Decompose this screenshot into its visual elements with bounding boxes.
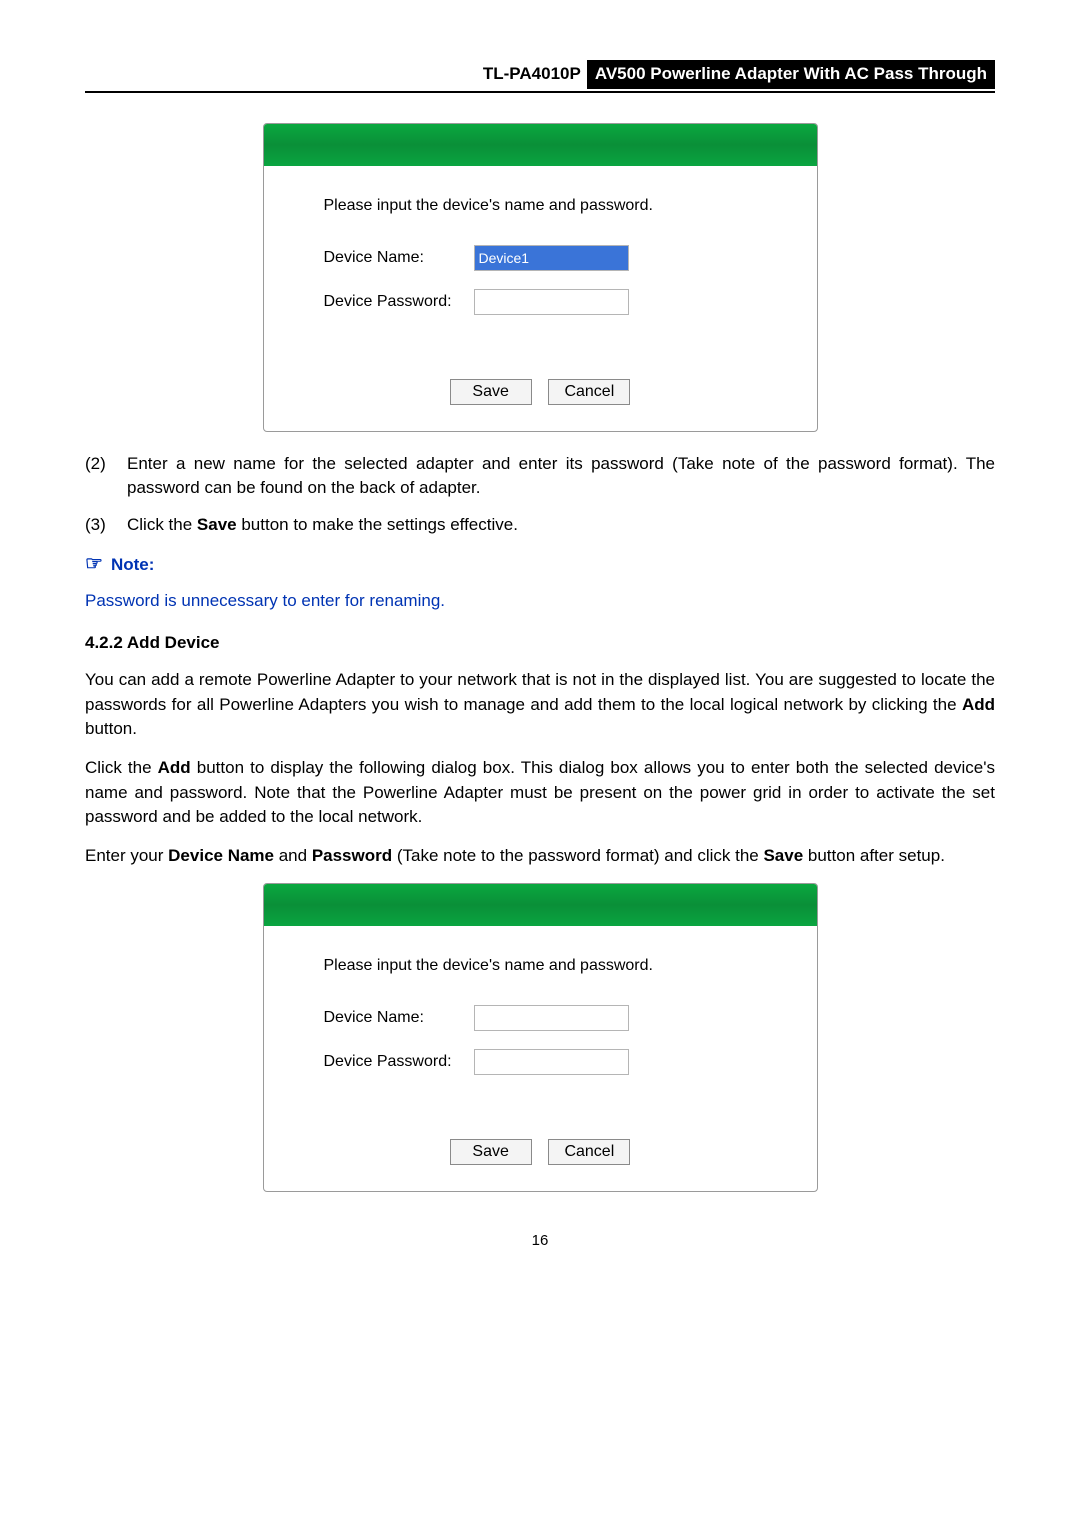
- p2-b: button to display the following dialog b…: [85, 758, 995, 826]
- cancel-button[interactable]: Cancel: [548, 1139, 630, 1165]
- step-3-text: Click the Save button to make the settin…: [127, 513, 995, 538]
- device-name-input[interactable]: [474, 245, 629, 271]
- p1-b: button.: [85, 719, 137, 738]
- page-header: TL-PA4010PAV500 Powerline Adapter With A…: [85, 60, 995, 93]
- page-number: 16: [85, 1230, 995, 1252]
- device-password-label: Device Password:: [324, 1050, 474, 1073]
- p1-a: You can add a remote Powerline Adapter t…: [85, 670, 995, 714]
- device-password-input[interactable]: [474, 289, 629, 315]
- dialog-titlebar: [264, 884, 817, 926]
- step-3-bold: Save: [197, 515, 237, 534]
- p3-a: Enter your: [85, 846, 168, 865]
- steps-list: (2) Enter a new name for the selected ad…: [85, 452, 995, 538]
- section-paragraph-2: Click the Add button to display the foll…: [85, 756, 995, 830]
- header-model: TL-PA4010P: [477, 60, 587, 89]
- note-body: Password is unnecessary to enter for ren…: [85, 589, 995, 614]
- p2-bold: Add: [158, 758, 191, 777]
- step-2-marker: (2): [85, 452, 127, 501]
- p3-bold-1: Device Name: [168, 846, 274, 865]
- step-3-text-a: Click the: [127, 515, 197, 534]
- note-label: Note:: [111, 555, 154, 574]
- save-button[interactable]: Save: [450, 1139, 532, 1165]
- header-title: AV500 Powerline Adapter With AC Pass Thr…: [587, 60, 995, 89]
- dialog-titlebar: [264, 124, 817, 166]
- device-name-input[interactable]: [474, 1005, 629, 1031]
- add-device-dialog: Please input the device's name and passw…: [263, 883, 818, 1192]
- device-password-label: Device Password:: [324, 290, 474, 313]
- rename-device-dialog: Please input the device's name and passw…: [263, 123, 818, 432]
- p1-bold: Add: [962, 695, 995, 714]
- p3-mid-1: and: [274, 846, 312, 865]
- device-name-label: Device Name:: [324, 1006, 474, 1029]
- p3-bold-3: Save: [763, 846, 803, 865]
- step-3-marker: (3): [85, 513, 127, 538]
- device-name-label: Device Name:: [324, 246, 474, 269]
- section-heading: 4.2.2 Add Device: [85, 631, 995, 656]
- save-button[interactable]: Save: [450, 379, 532, 405]
- p3-b: button after setup.: [803, 846, 945, 865]
- pointing-hand-icon: ☞: [85, 553, 103, 575]
- dialog-instruction: Please input the device's name and passw…: [324, 954, 757, 977]
- p3-bold-2: Password: [312, 846, 392, 865]
- step-3-text-b: button to make the settings effective.: [237, 515, 518, 534]
- device-password-input[interactable]: [474, 1049, 629, 1075]
- section-paragraph-1: You can add a remote Powerline Adapter t…: [85, 668, 995, 742]
- note-heading: ☞ Note:: [85, 550, 995, 579]
- dialog-instruction: Please input the device's name and passw…: [324, 194, 757, 217]
- step-2-text: Enter a new name for the selected adapte…: [127, 452, 995, 501]
- p2-a: Click the: [85, 758, 158, 777]
- cancel-button[interactable]: Cancel: [548, 379, 630, 405]
- p3-mid-2: (Take note to the password format) and c…: [392, 846, 763, 865]
- section-paragraph-3: Enter your Device Name and Password (Tak…: [85, 844, 995, 869]
